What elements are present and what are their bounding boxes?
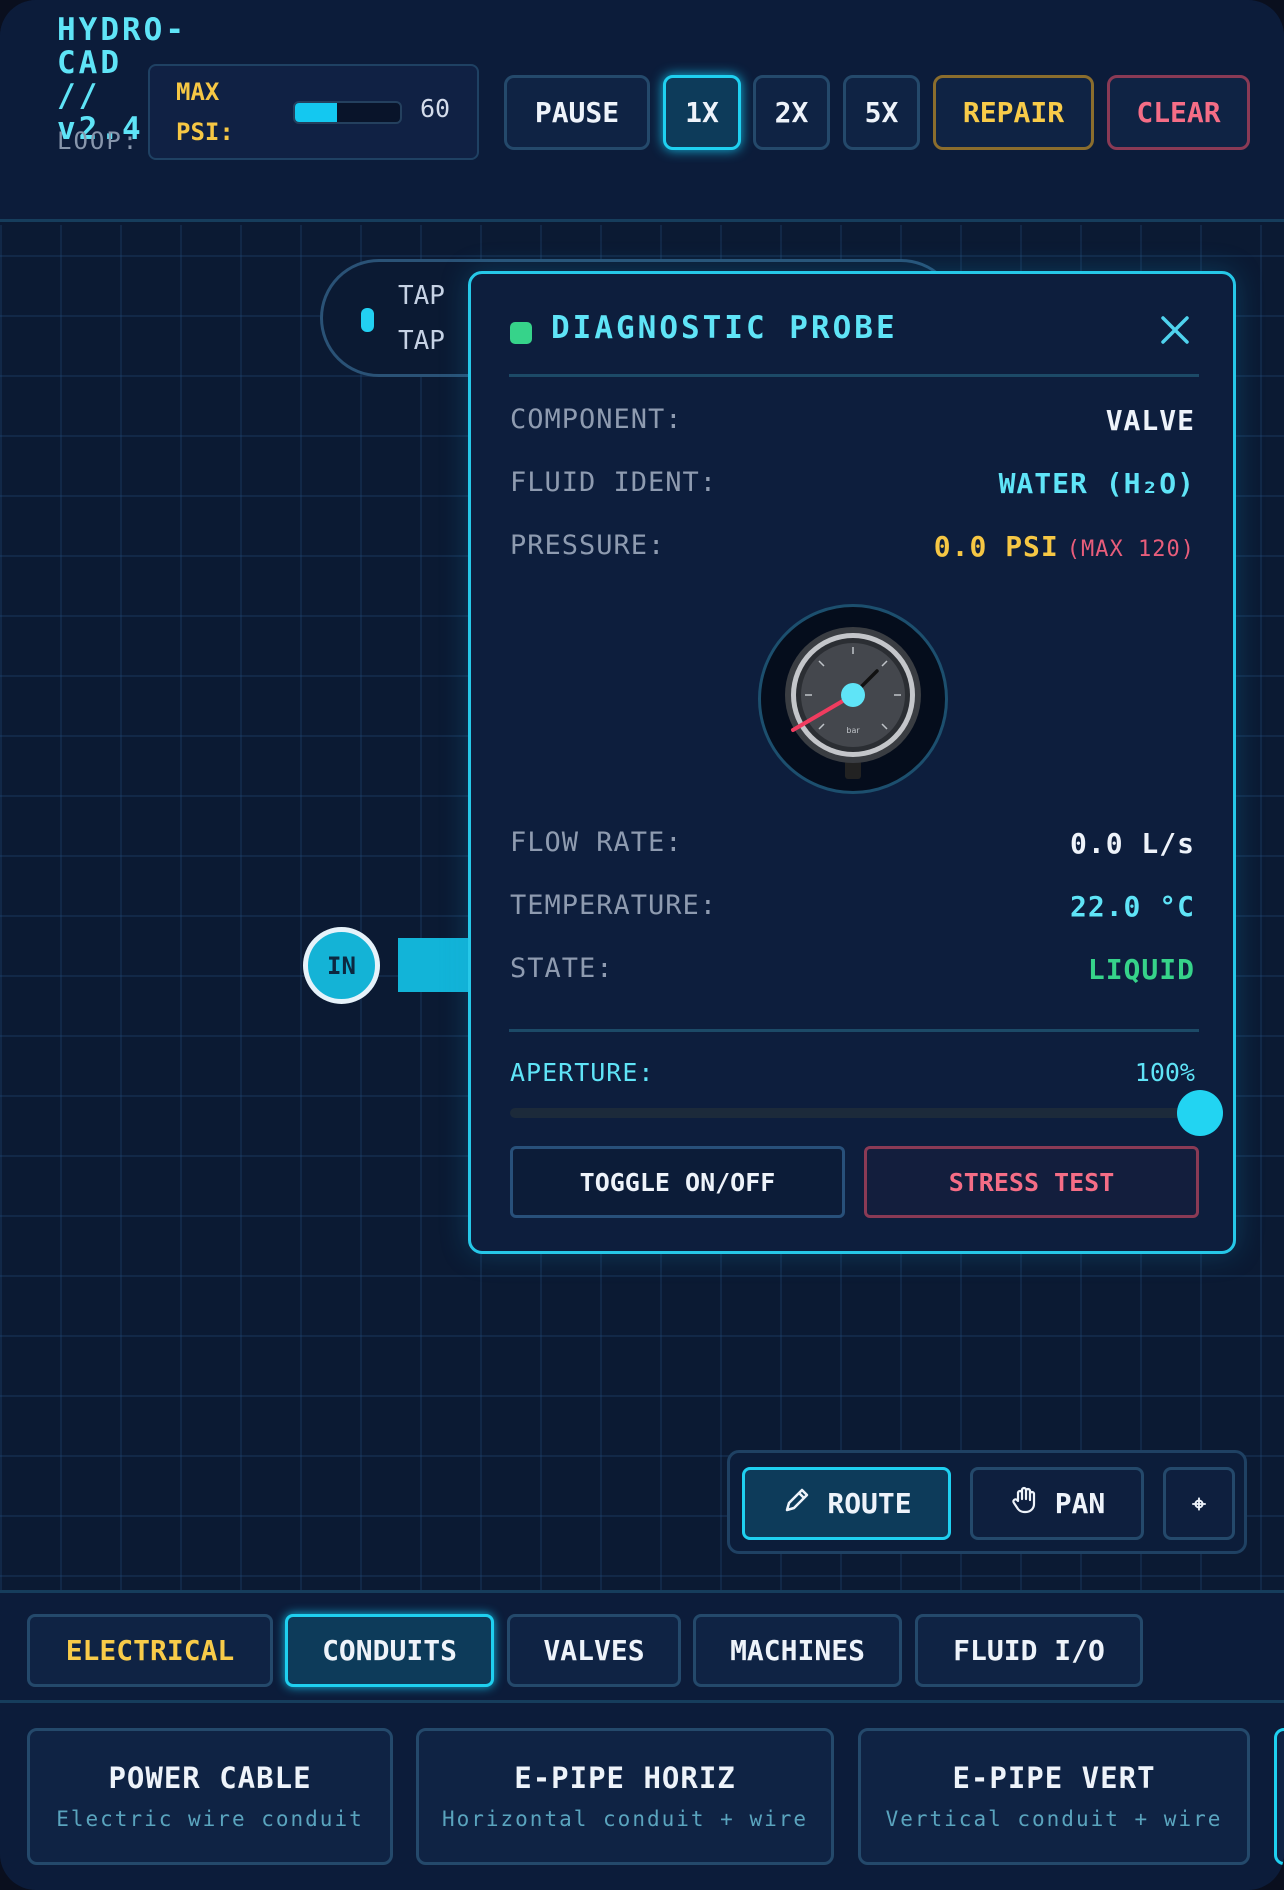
pressure-readout: 0.0 PSI (MAX 120) [934, 530, 1195, 563]
fluid-label: FLUID IDENT: [510, 467, 718, 498]
stress-test-button[interactable]: STRESS TEST [864, 1146, 1199, 1218]
flow-rate-value: 0.0 L/s [1069, 827, 1195, 860]
hand-icon [1009, 1484, 1041, 1523]
close-icon[interactable] [1155, 310, 1195, 350]
tap-label-line-2: TAP [398, 326, 445, 356]
aperture-label: APERTURE: [510, 1058, 655, 1087]
speed-5x-button[interactable]: 5X [843, 75, 920, 150]
toggle-on-off-button[interactable]: TOGGLE ON/OFF [510, 1146, 845, 1218]
tab-conduits[interactable]: CONDUITS [285, 1614, 494, 1687]
pan-tool-label: PAN [1054, 1487, 1106, 1520]
component-value: VALVE [1105, 404, 1195, 437]
aperture-value: 100% [1134, 1058, 1195, 1087]
probe-divider-lower [509, 1029, 1199, 1032]
part-title: E-PIPE HORIZ [514, 1761, 736, 1795]
recenter-button[interactable]: ⌖ [1163, 1467, 1235, 1540]
flow-rate-label: FLOW RATE: [510, 827, 683, 858]
max-psi-slider[interactable] [293, 101, 402, 124]
status-led-icon [510, 322, 532, 344]
part-card-next-peek[interactable] [1274, 1728, 1284, 1865]
repair-button[interactable]: REPAIR [933, 75, 1094, 150]
pencil-icon [781, 1484, 813, 1523]
part-card-e-pipe-vert[interactable]: E-PIPE VERT Vertical conduit + wire [858, 1728, 1250, 1865]
max-psi-label: MAX PSI: [176, 78, 234, 146]
probe-divider [509, 374, 1199, 377]
tap-port-indicator [361, 308, 374, 332]
part-subtitle: Vertical conduit + wire [885, 1807, 1223, 1831]
route-tool-button[interactable]: ROUTE [742, 1467, 951, 1540]
pause-button[interactable]: PAUSE [504, 75, 650, 150]
part-subtitle: Electric wire conduit [56, 1807, 364, 1831]
component-label: COMPONENT: [510, 404, 683, 435]
max-psi-fill [295, 103, 337, 122]
svg-text:bar: bar [846, 726, 860, 735]
diagnostic-probe-panel: DIAGNOSTIC PROBE COMPONENT: VALVE FLUID … [468, 271, 1236, 1254]
tool-bar: ROUTE PAN ⌖ [727, 1450, 1247, 1554]
component-palette: ELECTRICAL CONDUITS VALVES MACHINES FLUI… [0, 1590, 1284, 1890]
tab-valves[interactable]: VALVES [507, 1614, 681, 1687]
pan-tool-button[interactable]: PAN [970, 1467, 1144, 1540]
pressure-gauge-icon: bar [758, 604, 948, 794]
part-subtitle: Horizontal conduit + wire [441, 1807, 809, 1831]
part-card-power-cable[interactable]: POWER CABLE Electric wire conduit [27, 1728, 393, 1865]
part-title: POWER CABLE [108, 1761, 312, 1795]
aperture-slider[interactable] [510, 1090, 1223, 1136]
tab-electrical[interactable]: ELECTRICAL [27, 1614, 273, 1687]
category-tabs: ELECTRICAL CONDUITS VALVES MACHINES FLUI… [0, 1593, 1284, 1703]
max-psi-control[interactable]: MAX PSI: 60 [148, 64, 479, 160]
inlet-pipe-segment[interactable] [398, 938, 468, 992]
probe-title: DIAGNOSTIC PROBE [551, 310, 898, 346]
clear-button[interactable]: CLEAR [1107, 75, 1250, 150]
aperture-slider-thumb[interactable] [1177, 1090, 1223, 1136]
app-frame: HYDRO-CAD // v2.4 LOOP: NOMINAL MAX PSI:… [0, 0, 1284, 1890]
pressure-value: 0.0 PSI [933, 530, 1059, 563]
temperature-value: 22.0 °C [1069, 890, 1195, 923]
tab-machines[interactable]: MACHINES [693, 1614, 902, 1687]
temperature-label: TEMPERATURE: [510, 890, 718, 921]
state-label: STATE: [510, 953, 614, 984]
state-value: LIQUID [1087, 953, 1195, 986]
pressure-label: PRESSURE: [510, 530, 666, 561]
max-psi-value: 60 [420, 94, 451, 123]
speed-1x-button[interactable]: 1X [663, 75, 741, 150]
top-header: HYDRO-CAD // v2.4 LOOP: NOMINAL MAX PSI:… [0, 0, 1284, 222]
tap-node-label: TAP TAP [398, 274, 445, 364]
speed-2x-button[interactable]: 2X [753, 75, 830, 150]
pressure-max-note: (MAX 120) [1066, 537, 1195, 562]
tab-fluid-io[interactable]: FLUID I/O [915, 1614, 1143, 1687]
fluid-value: WATER (H₂O) [998, 467, 1195, 500]
part-card-e-pipe-horiz[interactable]: E-PIPE HORIZ Horizontal conduit + wire [416, 1728, 834, 1865]
inlet-node[interactable]: IN [303, 927, 380, 1004]
crosshair-icon: ⌖ [1192, 1489, 1206, 1518]
part-title: E-PIPE VERT [952, 1761, 1156, 1795]
tap-label-line-1: TAP [398, 281, 445, 311]
route-tool-label: ROUTE [827, 1487, 912, 1520]
